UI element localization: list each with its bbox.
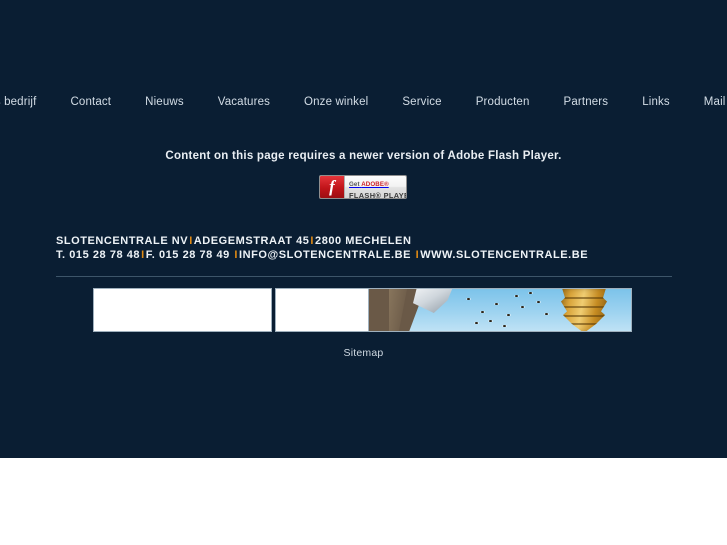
bee — [537, 301, 540, 303]
bee — [475, 322, 478, 324]
beehive-photo[interactable] — [369, 288, 632, 332]
sitemap-link[interactable]: Sitemap — [344, 347, 384, 359]
hive-band — [561, 315, 607, 317]
bee — [495, 303, 498, 305]
telephone: T. 015 28 78 48 — [56, 249, 141, 261]
nav-item-ons-bedrijf[interactable]: Ons bedrijf — [0, 94, 36, 110]
page-root: Ons bedrijf Contact Nieuws Vacatures Onz… — [0, 0, 727, 545]
nav-item-links[interactable]: Links — [642, 94, 670, 110]
email-address[interactable]: INFO@SLOTENCENTRALE.BE — [239, 249, 411, 261]
beehive — [561, 289, 607, 331]
bee — [521, 306, 524, 308]
page-background-bottom — [0, 458, 727, 545]
address-line-1: SLOTENCENTRALE NVIADEGEMSTRAAT 45I2800 M… — [56, 234, 588, 248]
page-background — [0, 0, 727, 458]
website-url[interactable]: WWW.SLOTENCENTRALE.BE — [420, 249, 588, 261]
bee — [503, 325, 506, 327]
bee — [515, 295, 518, 297]
fax: F. 015 28 78 49 — [145, 249, 230, 261]
rock-formation — [413, 289, 453, 313]
flash-player-notice: Content on this page requires a newer ve… — [165, 150, 562, 162]
nav-item-mail-ons[interactable]: Mail ons — [704, 94, 727, 110]
flash-badge-get-label: Get — [349, 181, 360, 188]
city: 2800 MECHELEN — [315, 235, 412, 247]
bee — [489, 320, 492, 322]
address-block: SLOTENCENTRALE NVIADEGEMSTRAAT 45I2800 M… — [56, 234, 588, 262]
empty-panel-1[interactable] — [93, 288, 272, 332]
hive-band — [561, 306, 607, 308]
bee — [529, 292, 532, 294]
address-line-2: T. 015 28 78 48IF. 015 28 78 49 IINFO@SL… — [56, 248, 588, 262]
street-address: ADEGEMSTRAAT 45 — [193, 235, 310, 247]
bee — [481, 311, 484, 313]
flash-badge-product-label: FLASH® PLAYER — [349, 190, 406, 199]
nav-item-onze-winkel[interactable]: Onze winkel — [304, 94, 368, 110]
bottom-banner-strip — [93, 288, 632, 332]
sitemap-footer: Sitemap — [0, 347, 727, 359]
horizontal-divider — [56, 276, 672, 277]
nav-item-partners[interactable]: Partners — [564, 94, 609, 110]
get-adobe-flash-player-button[interactable]: f Get ADOBE® FLASH® PLAYER — [319, 175, 407, 199]
empty-panel-2[interactable] — [275, 288, 369, 332]
nav-item-nieuws[interactable]: Nieuws — [145, 94, 184, 110]
nav-item-producten[interactable]: Producten — [476, 94, 530, 110]
flash-badge-adobe-label: ADOBE® — [361, 181, 389, 188]
bee — [507, 314, 510, 316]
bee — [545, 313, 548, 315]
flash-f-icon: f — [320, 176, 345, 198]
flash-badge-text: Get ADOBE® FLASH® PLAYER — [345, 176, 406, 199]
nav-item-vacatures[interactable]: Vacatures — [218, 94, 270, 110]
hive-band — [561, 323, 607, 325]
hive-band — [561, 297, 607, 299]
main-navigation: Ons bedrijf Contact Nieuws Vacatures Onz… — [0, 93, 727, 111]
nav-item-contact[interactable]: Contact — [70, 94, 111, 110]
company-name: SLOTENCENTRALE NV — [56, 235, 189, 247]
flash-badge-line1: Get ADOBE® — [349, 181, 389, 188]
nav-item-service[interactable]: Service — [402, 94, 441, 110]
bee — [467, 298, 470, 300]
